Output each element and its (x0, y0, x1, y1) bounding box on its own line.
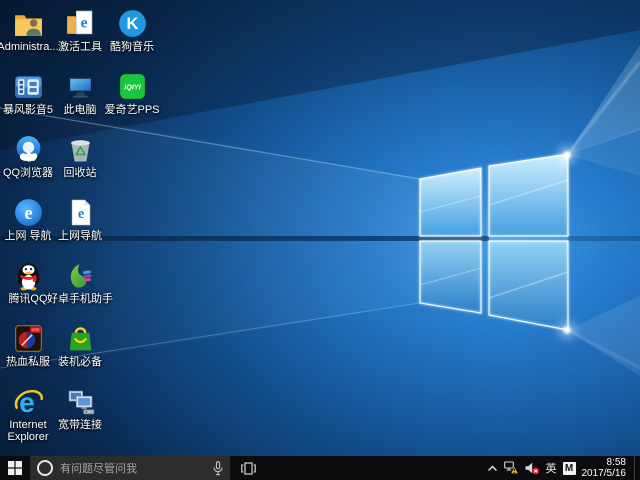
desktop-icon-administrator[interactable]: Administra... (2, 4, 54, 67)
desktop-icon-shangwang-daohang[interactable]: e 上网 导航 (2, 193, 54, 256)
volume-muted-icon[interactable] (525, 462, 540, 475)
task-view-icon (241, 462, 256, 475)
desktop-icon-haozhuo-assistant[interactable]: 好卓手机助手 (54, 256, 106, 319)
internet-explorer-icon: e (12, 385, 45, 418)
desktop-icon-internet-explorer[interactable]: e Internet Explorer (2, 382, 54, 445)
clock-time: 8:58 (607, 457, 626, 468)
desktop[interactable]: Administra... 暴风影音5 (0, 0, 640, 456)
ime-mode-badge[interactable]: M (563, 462, 576, 475)
desktop-icon-activation-tool[interactable]: e 激活工具 (54, 4, 106, 67)
taskbar-clock[interactable]: 8:58 2017/5/16 (582, 457, 629, 479)
microphone-icon[interactable] (213, 461, 223, 476)
windows-logo-icon (8, 461, 22, 475)
desktop-icon-grid: Administra... 暴风影音5 (2, 4, 158, 445)
svg-text:e: e (80, 15, 87, 32)
desktop-icon-baofeng[interactable]: 暴风影音5 (2, 67, 54, 130)
svg-text:K: K (126, 15, 138, 33)
desktop-icon-kugou[interactable]: K 酷狗音乐 (106, 4, 158, 67)
cortana-icon (37, 460, 53, 476)
svg-text:e: e (77, 206, 84, 222)
qq-browser-icon (12, 133, 45, 166)
desktop-icon-label: 回收站 (44, 167, 116, 179)
baofeng-player-icon (12, 70, 45, 103)
svg-text:iQIYI: iQIYI (124, 83, 141, 92)
desktop-icon-label: 好卓手机助手 (44, 293, 116, 305)
user-folder-icon (12, 7, 45, 40)
desktop-icon-label: 上网导航 (44, 230, 116, 242)
desktop-icon-rexue-game[interactable]: 热血私服 (2, 319, 54, 382)
desktop-icon-label: 宽带连接 (44, 419, 116, 431)
svg-text:e: e (24, 203, 32, 224)
task-view-button[interactable] (237, 456, 259, 480)
desktop-icon-software-bag[interactable]: 装机必备 (54, 319, 106, 382)
desktop-icon-this-pc[interactable]: 此电脑 (54, 67, 106, 130)
desktop-icon-label: 酷狗音乐 (96, 41, 168, 53)
hidden-icons-chevron-icon[interactable] (487, 465, 498, 472)
network-status-icon[interactable] (504, 461, 519, 475)
taskbar: 有问题尽管问我 (0, 456, 640, 480)
nav-doc-e-icon: e (64, 196, 97, 229)
desktop-icon-recycle-bin[interactable]: 回收站 (54, 130, 106, 193)
software-bag-icon (64, 322, 97, 355)
nav-globe-e-icon: e (12, 196, 45, 229)
haozhuo-assistant-icon (64, 259, 97, 292)
system-tray: 英 M 8:58 2017/5/16 (487, 456, 640, 480)
tencent-qq-icon (12, 259, 45, 292)
iqiyi-pps-icon: iQIYI (116, 70, 149, 103)
this-pc-icon (64, 70, 97, 103)
start-button[interactable] (0, 456, 30, 480)
language-indicator[interactable]: 英 (546, 460, 557, 476)
desktop-icon-iqiyi-pps[interactable]: iQIYI 爱奇艺PPS (106, 67, 158, 130)
desktop-icon-qq-browser[interactable]: QQ浏览器 (2, 130, 54, 193)
search-placeholder: 有问题尽管问我 (60, 460, 206, 476)
desktop-icon-broadband[interactable]: 宽带连接 (54, 382, 106, 445)
cortana-search-box[interactable]: 有问题尽管问我 (30, 456, 230, 480)
clock-date: 2017/5/16 (582, 468, 627, 479)
desktop-icon-tencent-qq[interactable]: 腾讯QQ (2, 256, 54, 319)
desktop-icon-shangwang-daohang-doc[interactable]: e 上网导航 (54, 193, 106, 256)
rexue-game-icon (12, 322, 45, 355)
desktop-icon-label: 爱奇艺PPS (96, 104, 168, 116)
recycle-bin-icon (64, 133, 97, 166)
show-desktop-button[interactable] (634, 456, 640, 480)
activation-folder-icon: e (64, 7, 97, 40)
desktop-icon-label: 装机必备 (44, 356, 116, 368)
kugou-music-icon: K (116, 7, 149, 40)
broadband-connection-icon (64, 385, 97, 418)
